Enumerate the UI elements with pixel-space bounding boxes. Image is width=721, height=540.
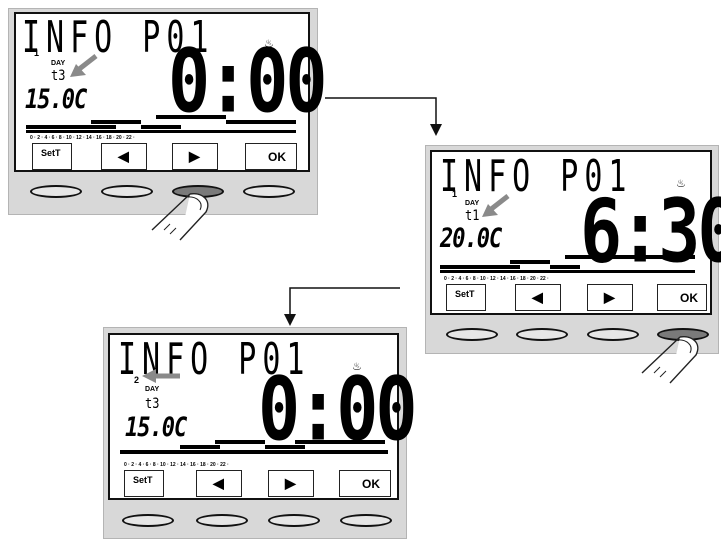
flow-arrow-2-to-3 [284, 287, 400, 326]
